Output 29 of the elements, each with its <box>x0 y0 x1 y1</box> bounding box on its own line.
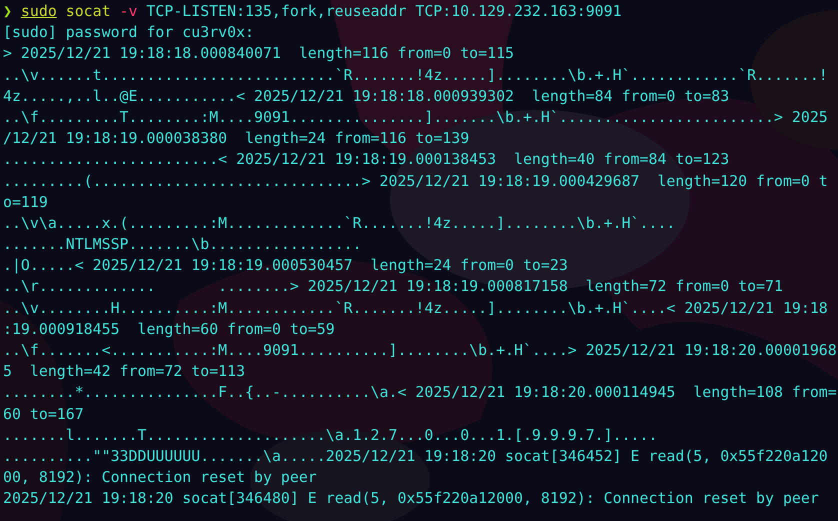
command-token: TCP-LISTEN:135,fork,reuseaddr <box>146 2 406 20</box>
terminal-line: o=119 <box>3 192 49 213</box>
terminal-line: ..\r............. ........> 2025/12/21 19:18:19.000817158 length=72 from=0 to=71 <box>3 276 784 298</box>
command-token: sudo <box>20 2 57 20</box>
command-token: socat <box>66 2 111 20</box>
terminal-line: ..\v\a.....x.(.........:M.............`R.......!4z.....]........\b.+.H`.... <box>3 212 676 234</box>
terminal-line: .........(..............................> 2025/12/21 19:18:19.000429687 length=120 from=0 t <box>3 170 829 192</box>
terminal-line: 00, 8192): Connection reset by peer <box>3 467 318 488</box>
terminal-line: > 2025/12/21 19:18:18.000840071 length=116 from=0 to=115 <box>3 43 516 64</box>
terminal-line: .......l.......T....................\a.1.2.7...0...0...1.[.9.9.9.7.]..... <box>3 424 658 446</box>
terminal-line: /12/21 19:18:19.000038380 length=24 from=116 to=139 <box>3 128 470 150</box>
command-token: TCP:10.129.232.163:9091 <box>415 2 622 20</box>
terminal-line: ..\v......t..........................`R.......!4z.....]........\b.+.H`............`R.......! <box>3 64 829 86</box>
terminal-line: .|O.....< 2025/12/21 19:18:19.000530457 length=24 from=0 to=23 <box>3 255 569 276</box>
terminal-line: ........*...............F..{..-..........\a.< 2025/12/21 19:18:20.000114945 length=108 from= <box>3 382 838 404</box>
terminal-line: .......NTLMSSP.......\b................. <box>3 234 363 256</box>
terminal-line: ..\f.......<...........:M....9091..........]........\b.+.H`....> 2025/12/21 19:18:20.00001968 <box>3 340 838 361</box>
terminal-line: ..\f.........T........:M....9091...............].......\b.+.H`........................> 2025 <box>3 106 829 128</box>
terminal-line: [sudo] password for cu3rv0x: <box>3 22 256 44</box>
terminal-line: :19.000918455 length=60 from=0 to=59 <box>3 318 336 340</box>
command-token: -v <box>120 2 138 20</box>
terminal-line: 2025/12/21 19:18:20 socat[346480] E read(5, 0x55f220a12000, 8192): Connection reset by peer <box>3 488 820 510</box>
terminal-line: ..........""33DDUUUUUU.......\a.....2025/12/21 19:18:20 socat[346452] E read(5, 0x55f220a120 <box>3 446 829 467</box>
terminal-line: ........................< 2025/12/21 19:18:19.000138453 length=40 from=84 to=123 <box>3 149 730 170</box>
terminal-line: 5 length=42 from=72 to=113 <box>3 361 246 382</box>
terminal-line: 60 to=167 <box>3 404 85 425</box>
terminal-line: 4z.....,..l..@E...........< 2025/12/21 19:18:18.000939302 length=84 from=0 to=83 <box>3 86 730 107</box>
prompt-symbol: ❯ <box>3 2 12 20</box>
terminal-line: ..\v........H..........:M............`R.......!4z.....]........\b.+.H`....< 2025/12/21 19:18 <box>3 298 829 319</box>
